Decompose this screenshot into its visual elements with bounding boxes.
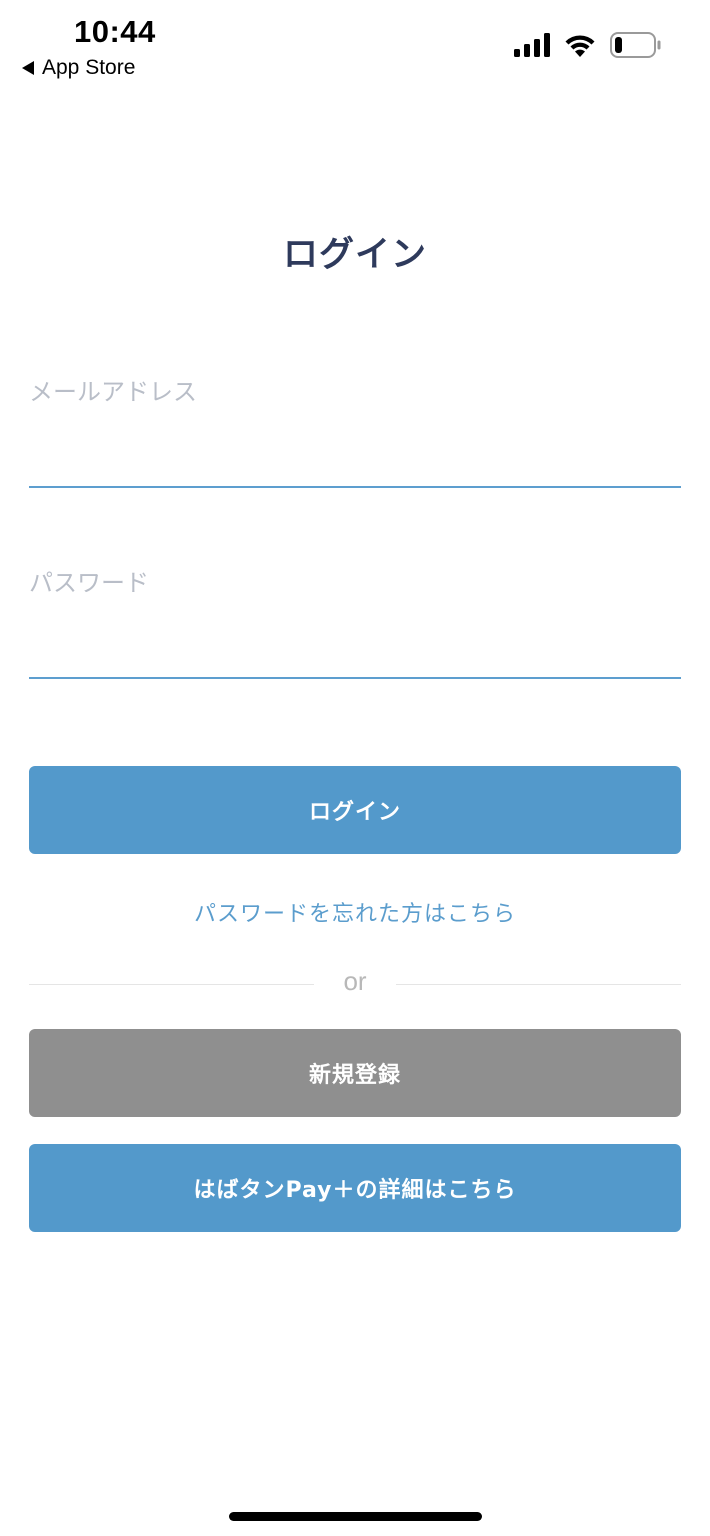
- status-icons: [514, 32, 662, 58]
- back-to-app-link[interactable]: App Store: [22, 56, 135, 80]
- password-field[interactable]: [29, 559, 681, 679]
- back-app-label: App Store: [42, 56, 136, 79]
- wifi-icon: [565, 35, 595, 57]
- email-input[interactable]: [29, 368, 681, 486]
- details-button[interactable]: はばタンPay＋の詳細はこちら: [29, 1144, 681, 1232]
- login-button[interactable]: ログイン: [29, 766, 681, 854]
- password-underline: [29, 677, 681, 679]
- status-bar: 10:44 App Store: [0, 0, 710, 92]
- divider-line-right: [396, 984, 681, 985]
- status-time: 10:44: [74, 14, 156, 49]
- back-triangle-icon: [22, 61, 34, 75]
- email-field[interactable]: [29, 368, 681, 488]
- page-title: ログイン: [282, 235, 427, 275]
- battery-icon: [610, 32, 661, 58]
- register-button[interactable]: 新規登録: [29, 1029, 681, 1117]
- divider-or-text: or: [343, 966, 367, 996]
- home-indicator[interactable]: [229, 1512, 482, 1521]
- forgot-password-link[interactable]: パスワードを忘れた方はこちら: [0, 896, 710, 928]
- cellular-signal-icon: [514, 33, 550, 57]
- or-divider: or: [29, 962, 681, 1006]
- password-input[interactable]: [29, 559, 681, 677]
- email-underline: [29, 486, 681, 488]
